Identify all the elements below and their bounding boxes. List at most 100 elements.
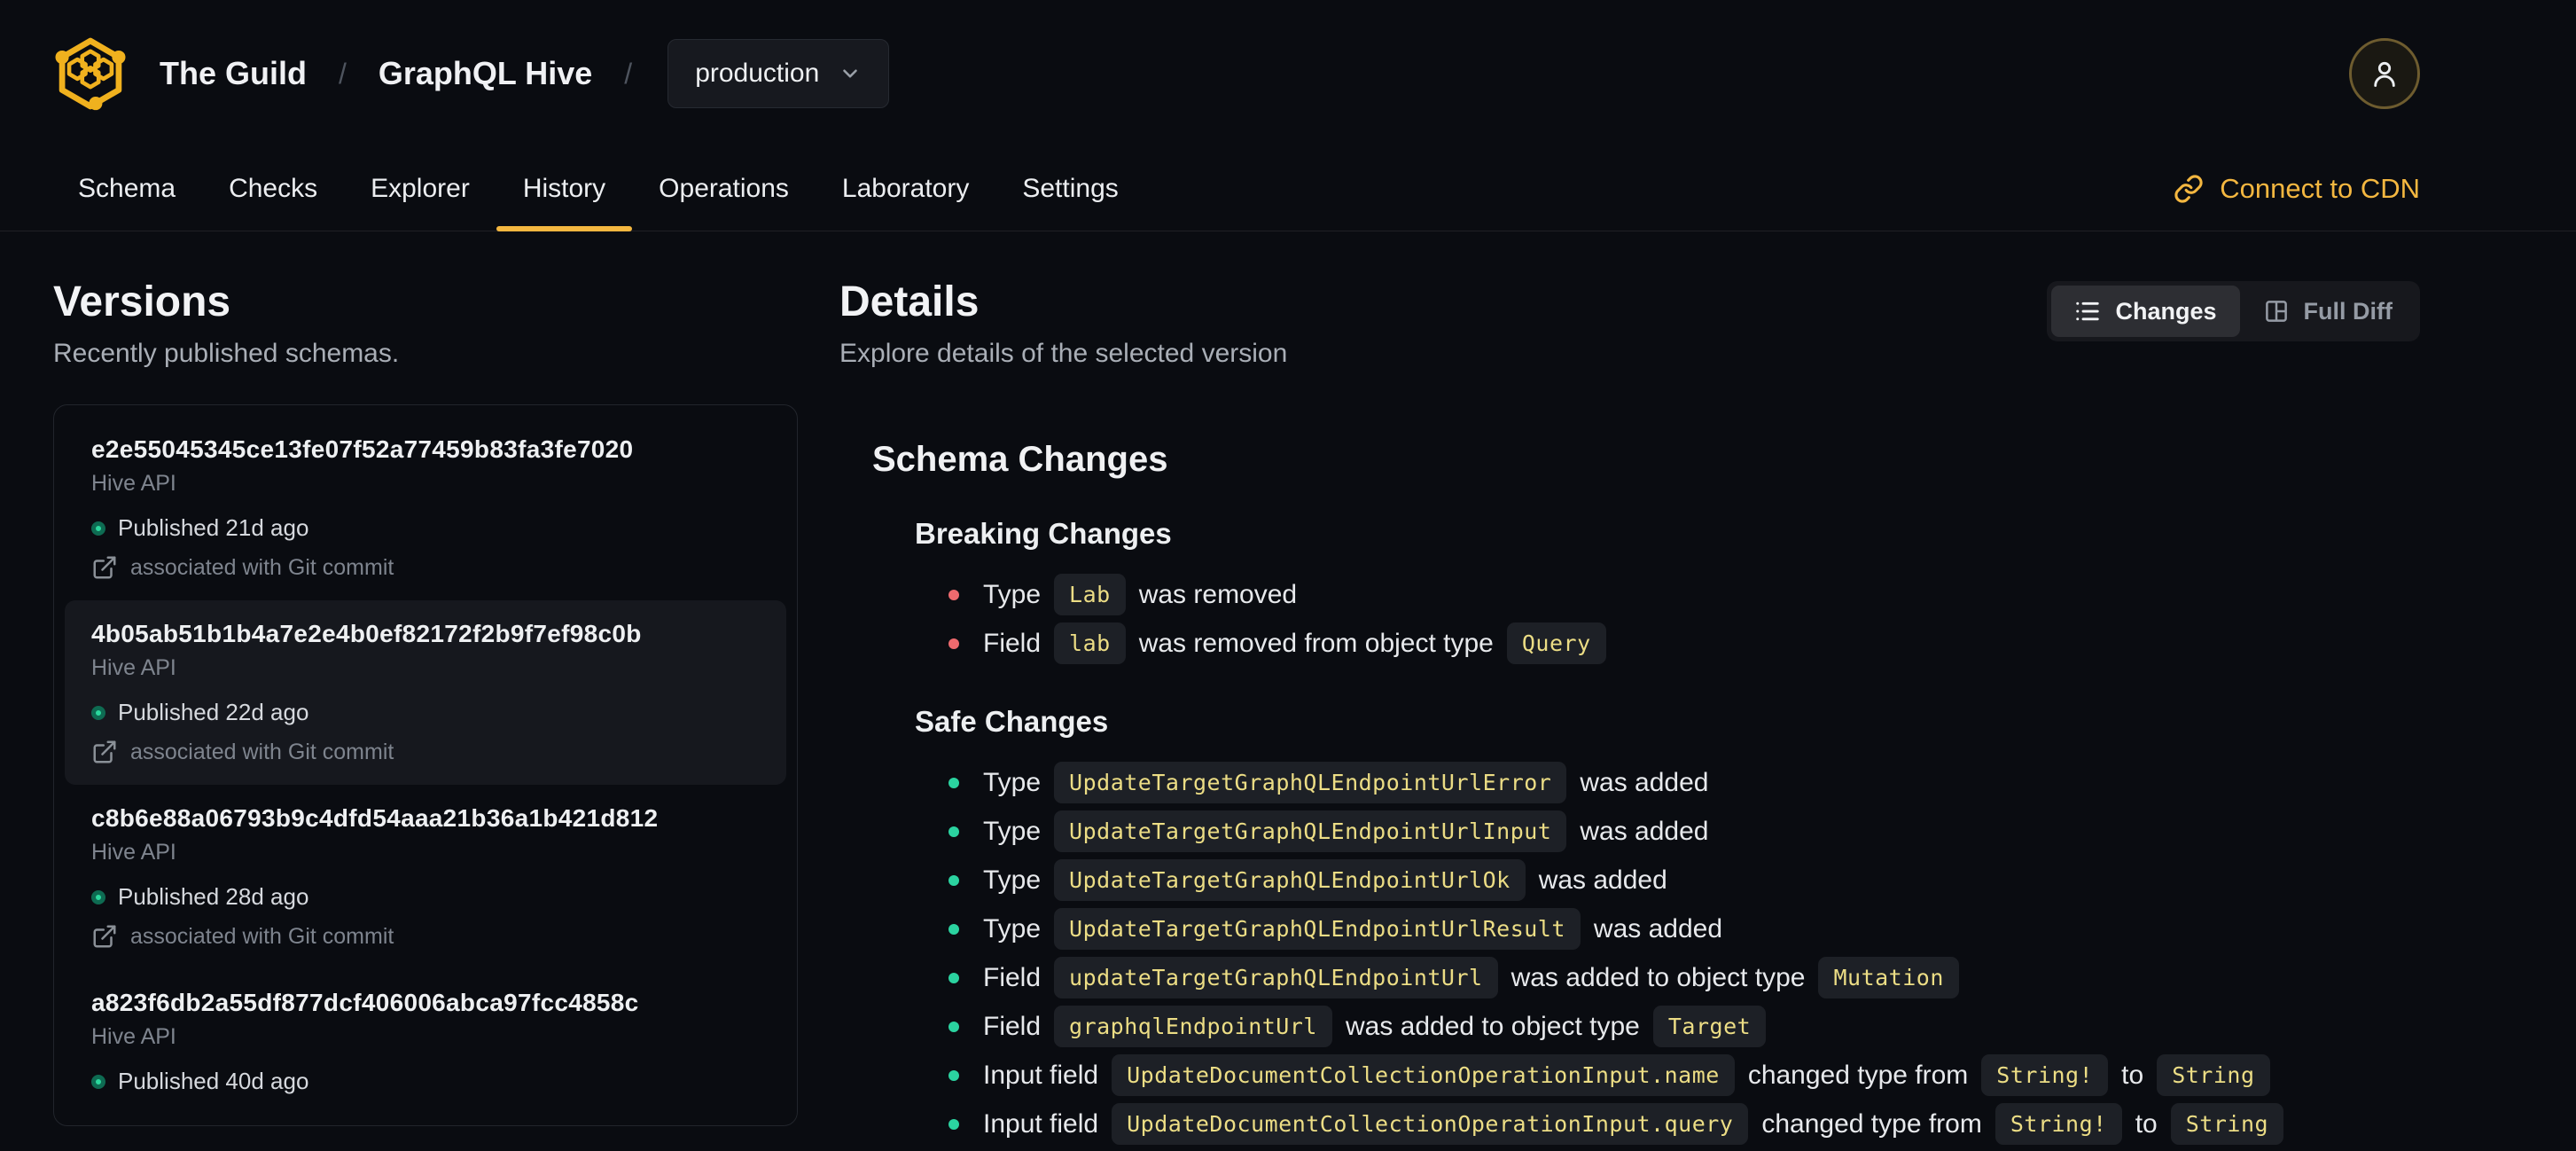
code-chip: Query	[1506, 622, 1606, 664]
change-text: was added to object type	[1510, 962, 1806, 992]
version-service: Hive API	[91, 1024, 176, 1049]
change-text: Type	[983, 579, 1042, 609]
bullet-dot	[948, 874, 959, 886]
bullet-dot	[948, 1118, 959, 1130]
list-icon	[2074, 298, 2101, 325]
change-item: Field updateTargetGraphQLEndpointUrl was a…	[915, 953, 2420, 1002]
version-hash: 4b05ab51b1b4a7e2e4b0ef82172f2b9f7ef98c0b	[91, 620, 642, 647]
version-hash: c8b6e88a06793b9c4dfd54aaa21b36a1b421d812	[91, 804, 659, 832]
tab-schema[interactable]: Schema	[51, 147, 202, 231]
change-text: Type	[983, 767, 1042, 797]
code-chip: UpdateDocumentCollectionOperationInput.q…	[1112, 1103, 1749, 1145]
user-icon	[2368, 57, 2401, 90]
code-chip: Lab	[1054, 574, 1126, 615]
changes-view-button[interactable]: Changes	[2051, 286, 2240, 337]
change-text: was added	[1593, 913, 1723, 944]
breadcrumb: The Guild / GraphQL Hive / production	[53, 35, 890, 113]
version-card[interactable]: c8b6e88a06793b9c4dfd54aaa21b36a1b421d812…	[65, 785, 786, 969]
change-text: Field	[983, 628, 1042, 658]
versions-panel: Versions Recently published schemas. e2e…	[53, 278, 798, 1148]
change-list: Type UpdateTargetGraphQLEndpointUrlError w…	[915, 758, 2420, 1148]
bullet-dot	[948, 1069, 959, 1081]
bullet-dot	[948, 1021, 959, 1032]
code-chip: updateTargetGraphQLEndpointUrl	[1054, 957, 1498, 998]
tab-operations[interactable]: Operations	[632, 147, 816, 231]
change-text: was added	[1538, 865, 1667, 895]
breadcrumb-project[interactable]: GraphQL Hive	[379, 55, 592, 92]
git-commit-label: associated with Git commit	[130, 554, 394, 580]
change-text: changed type from	[1761, 1108, 1982, 1139]
version-hash: a823f6db2a55df877dcf406006abca97fcc4858c	[91, 989, 639, 1016]
code-chip: String	[2157, 1054, 2270, 1096]
tab-checks[interactable]: Checks	[202, 147, 344, 231]
hive-logo-icon[interactable]	[53, 35, 128, 113]
details-title: Details	[839, 278, 980, 325]
full-diff-view-button[interactable]: Full Diff	[2240, 286, 2416, 337]
code-chip: UpdateDocumentCollectionOperationInput.n…	[1112, 1054, 1735, 1096]
code-chip: String	[2170, 1103, 2284, 1145]
target-selector[interactable]: production	[667, 39, 890, 108]
git-commit-link[interactable]: associated with Git commit	[91, 923, 760, 950]
tab-laboratory[interactable]: Laboratory	[816, 147, 995, 231]
top-bar: The Guild / GraphQL Hive / production	[0, 0, 2576, 147]
code-chip: UpdateTargetGraphQLEndpointUrlError	[1054, 762, 1567, 803]
connect-to-cdn-button[interactable]: Connect to CDN	[2174, 147, 2420, 231]
change-text: Field	[983, 962, 1042, 992]
change-text: changed type from	[1747, 1060, 1969, 1090]
code-chip: String!	[1994, 1103, 2122, 1145]
schema-changes-title: Schema Changes	[872, 440, 1168, 479]
bullet-dot	[948, 972, 959, 983]
breadcrumb-org[interactable]: The Guild	[160, 55, 307, 92]
section-safe-changes: Safe Changes Type UpdateTargetGraphQLEndpo…	[915, 705, 2420, 1148]
tab-history[interactable]: History	[496, 147, 633, 231]
change-text: to	[2135, 1108, 2158, 1139]
change-text: Input field	[983, 1060, 1099, 1090]
code-chip: String!	[1981, 1054, 2109, 1096]
tab-explorer[interactable]: Explorer	[344, 147, 496, 231]
details-panel: Details Explore details of the selected …	[839, 278, 2420, 1148]
code-chip: UpdateTargetGraphQLEndpointUrlInput	[1054, 810, 1567, 852]
git-commit-label: associated with Git commit	[130, 923, 394, 949]
code-chip: graphqlEndpointUrl	[1054, 1006, 1332, 1047]
change-item: Type UpdateTargetGraphQLEndpointUrlOk was …	[915, 856, 2420, 904]
version-card[interactable]: a823f6db2a55df877dcf406006abca97fcc4858c…	[65, 969, 786, 1115]
details-subtitle: Explore details of the selected version	[839, 339, 1288, 368]
git-commit-link[interactable]: associated with Git commit	[91, 739, 760, 765]
git-commit-link[interactable]: associated with Git commit	[91, 554, 760, 581]
published-label: Published 22d ago	[118, 699, 309, 725]
change-item: Input field UpdateDocumentCollectionOpera…	[915, 1051, 2420, 1100]
change-text: Input field	[983, 1108, 1099, 1139]
published-status-dot	[91, 889, 105, 904]
user-menu-button[interactable]	[2349, 38, 2420, 109]
published-label: Published 21d ago	[118, 514, 309, 541]
change-text: was added	[1580, 767, 1709, 797]
bullet-dot	[948, 638, 959, 649]
main-content: Versions Recently published schemas. e2e…	[0, 231, 2576, 1148]
breadcrumb-separator: /	[624, 57, 633, 90]
connect-to-cdn-label: Connect to CDN	[2220, 173, 2420, 204]
code-chip: Mutation	[1818, 957, 1959, 998]
external-link-icon	[91, 923, 130, 950]
version-service: Hive API	[91, 655, 176, 680]
versions-subtitle: Recently published schemas.	[53, 339, 400, 368]
section-breaking-changes: Breaking Changes Type Lab was removed Field l…	[915, 517, 2420, 668]
change-item: Field graphqlEndpointUrl was added to obje…	[915, 1002, 2420, 1051]
change-text: Type	[983, 913, 1042, 944]
published-status-dot	[91, 1074, 105, 1089]
change-text: Type	[983, 865, 1042, 895]
code-chip: UpdateTargetGraphQLEndpointUrlResult	[1054, 908, 1581, 950]
tab-list: Schema Checks Explorer History Operations Lab…	[0, 147, 2576, 231]
published-status-dot	[91, 521, 105, 536]
versions-title: Versions	[53, 278, 231, 325]
published-label: Published 28d ago	[118, 883, 309, 910]
target-selector-label: production	[695, 59, 820, 88]
view-toggle: Changes Full Diff	[2047, 281, 2420, 341]
version-hash: e2e55045345ce13fe07f52a77459b83fa3fe7020	[91, 435, 634, 463]
version-card[interactable]: e2e55045345ce13fe07f52a77459b83fa3fe7020…	[65, 416, 786, 600]
change-text: was removed from object type	[1138, 628, 1494, 658]
tab-settings[interactable]: Settings	[995, 147, 1144, 231]
section-title: Breaking Changes	[915, 517, 1172, 550]
code-chip: UpdateTargetGraphQLEndpointUrlOk	[1054, 859, 1526, 901]
chevron-down-icon	[839, 62, 862, 85]
version-card[interactable]: 4b05ab51b1b4a7e2e4b0ef82172f2b9f7ef98c0b…	[65, 600, 786, 785]
